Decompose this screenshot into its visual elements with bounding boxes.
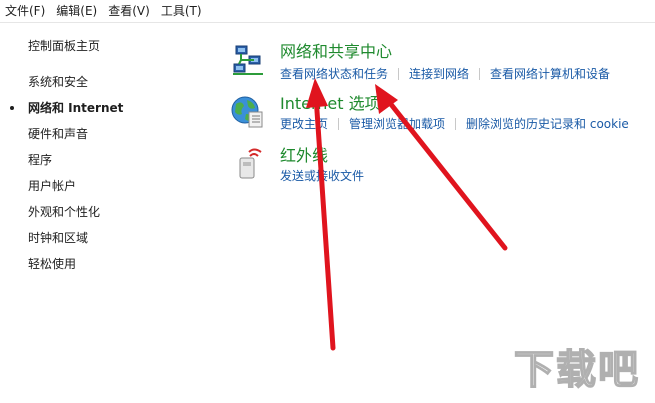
- sidebar-item-ease-of-access[interactable]: 轻松使用: [28, 256, 76, 272]
- sidebar-item-programs[interactable]: 程序: [28, 152, 52, 168]
- menu-tools[interactable]: 工具(T): [157, 1, 206, 21]
- network-sharing-center-icon[interactable]: [230, 42, 266, 78]
- sidebar-item-clock-region[interactable]: 时钟和区域: [28, 230, 88, 246]
- menu-bar: 文件(F) 编辑(E) 查看(V) 工具(T): [0, 0, 655, 23]
- link-separator: [338, 118, 340, 130]
- link-view-network-status[interactable]: 查看网络状态和任务: [280, 66, 388, 82]
- infrared-title[interactable]: 红外线: [280, 146, 328, 166]
- link-view-network-computers[interactable]: 查看网络计算机和设备: [490, 66, 610, 82]
- link-separator: [398, 68, 400, 80]
- link-connect-to-network[interactable]: 连接到网络: [409, 66, 469, 82]
- svg-text:下载吧: 下载吧: [514, 347, 640, 393]
- link-delete-browsing-history[interactable]: 删除浏览的历史记录和 cookie: [466, 116, 629, 132]
- watermark-logo: 下载吧: [513, 346, 640, 394]
- link-manage-addons[interactable]: 管理浏览器加载项: [349, 116, 445, 132]
- infrared-icon[interactable]: [230, 146, 266, 182]
- sidebar-item-system-security[interactable]: 系统和安全: [28, 74, 88, 90]
- network-sharing-title[interactable]: 网络和共享中心: [280, 42, 392, 62]
- link-send-receive-files[interactable]: 发送或接收文件: [280, 168, 364, 184]
- annotation-arrow-left: [313, 93, 336, 351]
- internet-options-title[interactable]: Internet 选项: [280, 94, 381, 114]
- link-separator: [455, 118, 457, 130]
- sidebar-item-appearance[interactable]: 外观和个性化: [28, 204, 100, 220]
- internet-options-links: 更改主页 管理浏览器加载项 删除浏览的历史记录和 cookie: [280, 116, 629, 132]
- menu-edit[interactable]: 编辑(E): [52, 1, 101, 21]
- sidebar-item-user-accounts[interactable]: 用户帐户: [28, 178, 76, 194]
- menu-file[interactable]: 文件(F): [1, 1, 49, 21]
- link-separator: [479, 68, 481, 80]
- active-bullet: [10, 106, 14, 110]
- menu-view[interactable]: 查看(V): [104, 1, 154, 21]
- link-change-homepage[interactable]: 更改主页: [280, 116, 328, 132]
- internet-options-globe-icon[interactable]: [230, 94, 266, 130]
- sidebar-item-hardware-sound[interactable]: 硬件和声音: [28, 126, 88, 142]
- sidebar-item-control-panel-home[interactable]: 控制面板主页: [28, 38, 100, 54]
- infrared-links: 发送或接收文件: [280, 168, 364, 184]
- sidebar-item-network-internet[interactable]: 网络和 Internet: [28, 100, 123, 116]
- network-sharing-links: 查看网络状态和任务 连接到网络 查看网络计算机和设备: [280, 66, 610, 82]
